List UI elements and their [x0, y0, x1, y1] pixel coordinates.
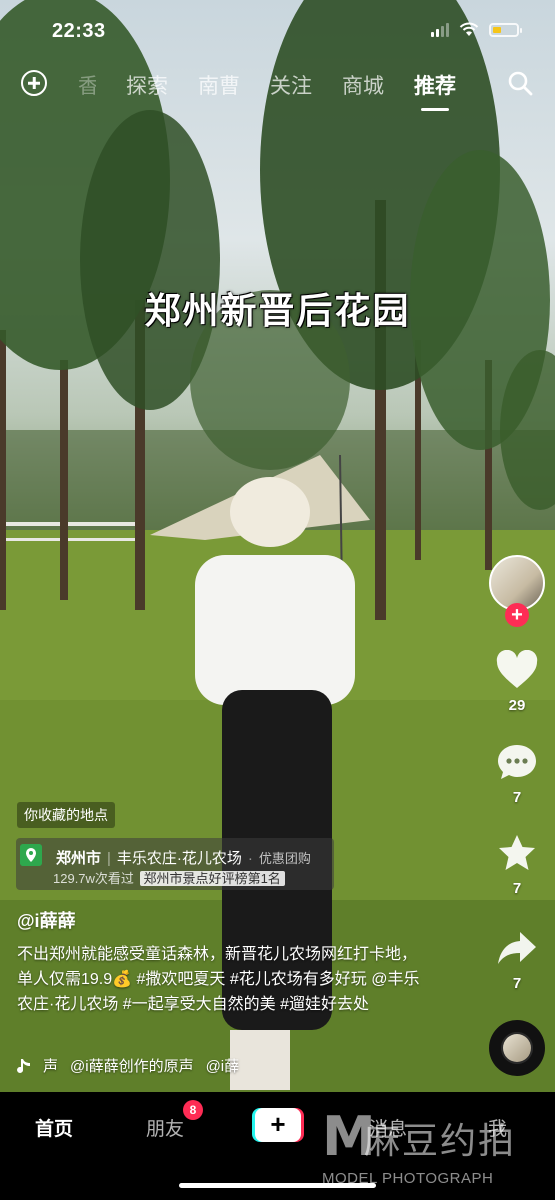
top-navigation: 香 探索 南曹 关注 商城 推荐	[0, 66, 555, 106]
comment-count: 7	[512, 789, 522, 806]
like-count: 29	[508, 697, 526, 714]
video-frame-image	[0, 0, 555, 1092]
watermark-text: 麻豆约拍	[364, 1121, 517, 1162]
poi-deal: 优惠团购	[258, 851, 311, 866]
tab-recommend[interactable]: 推荐	[414, 70, 456, 100]
friends-badge: 8	[183, 1100, 203, 1120]
comment-icon	[498, 745, 536, 779]
cellular-signal-icon	[431, 22, 449, 37]
poi-title-row: 郑州市 | 丰乐农庄·花儿农场 · 优惠团购	[56, 850, 311, 867]
share-count: 7	[512, 975, 522, 992]
tab-mall[interactable]: 商城	[342, 70, 384, 100]
music-right-fragment: @i薛	[205, 1058, 240, 1075]
comment-button[interactable]: 7	[490, 742, 544, 806]
share-button[interactable]: 7	[490, 928, 544, 992]
battery-icon	[489, 22, 522, 37]
poi-name: 丰乐农庄·花儿农场	[116, 850, 242, 867]
favorite-count: 7	[512, 880, 522, 897]
video-caption: 郑州新晋后花园	[144, 290, 411, 332]
wifi-icon	[459, 22, 479, 36]
status-icons	[431, 22, 522, 37]
status-time: 22:33	[52, 20, 106, 42]
home-indicator[interactable]	[179, 1183, 376, 1188]
video-player[interactable]	[0, 0, 555, 1092]
follow-plus-button[interactable]: +	[505, 603, 529, 627]
tab-nancao[interactable]: 南曹	[198, 70, 240, 100]
plus-icon: +	[255, 1108, 301, 1142]
poi-city: 郑州市	[56, 850, 102, 867]
create-button[interactable]: +	[252, 1108, 304, 1142]
music-cover	[503, 1034, 531, 1062]
star-icon	[499, 835, 535, 870]
tab-following[interactable]: 关注	[270, 70, 312, 100]
tab-home[interactable]: 首页	[35, 1114, 73, 1141]
tab-explore[interactable]: 探索	[126, 70, 168, 100]
music-title: @i薛薛创作的原声	[70, 1058, 194, 1075]
poi-views: 129.7w次看过	[53, 871, 134, 886]
poi-card[interactable]: 郑州市 | 丰乐农庄·花儿农场 · 优惠团购 129.7w次看过 郑州市景点好评榜第1名	[16, 838, 334, 890]
saved-place-tag: 你收藏的地点	[17, 802, 115, 828]
poi-rank-badge: 郑州市景点好评榜第1名	[139, 871, 285, 886]
location-pin-icon	[20, 844, 42, 866]
music-disc[interactable]	[489, 1020, 545, 1076]
like-button[interactable]: 29	[490, 649, 544, 714]
video-feed-screen: 22:33 香 探索 南曹 关注 商城 推荐 郑州新晋后花园 + 29 7 7 …	[0, 0, 555, 1200]
author-name[interactable]: @i薛薛	[17, 907, 76, 933]
heart-icon	[496, 649, 538, 688]
share-arrow-icon	[498, 932, 536, 964]
tab-friends[interactable]: 朋友	[146, 1114, 184, 1141]
music-row[interactable]: 声 @i薛薛创作的原声 @i薛	[17, 1055, 239, 1076]
music-left-fragment: 声	[43, 1058, 59, 1075]
favorite-button[interactable]: 7	[490, 833, 544, 897]
poi-stats-row: 129.7w次看过 郑州市景点好评榜第1名	[53, 868, 285, 887]
add-circle-icon[interactable]	[21, 70, 47, 96]
feed-tabs: 香 探索 南曹 关注 商城 推荐	[78, 70, 456, 100]
search-icon[interactable]	[507, 70, 533, 96]
music-note-icon	[17, 1058, 30, 1073]
tab-hidden[interactable]: 香	[78, 70, 96, 100]
video-description: 不出郑州就能感受童话森林，新晋花儿农场网红打卡地，单人仅需19.9💰 #撒欢吧夏…	[17, 946, 420, 1013]
